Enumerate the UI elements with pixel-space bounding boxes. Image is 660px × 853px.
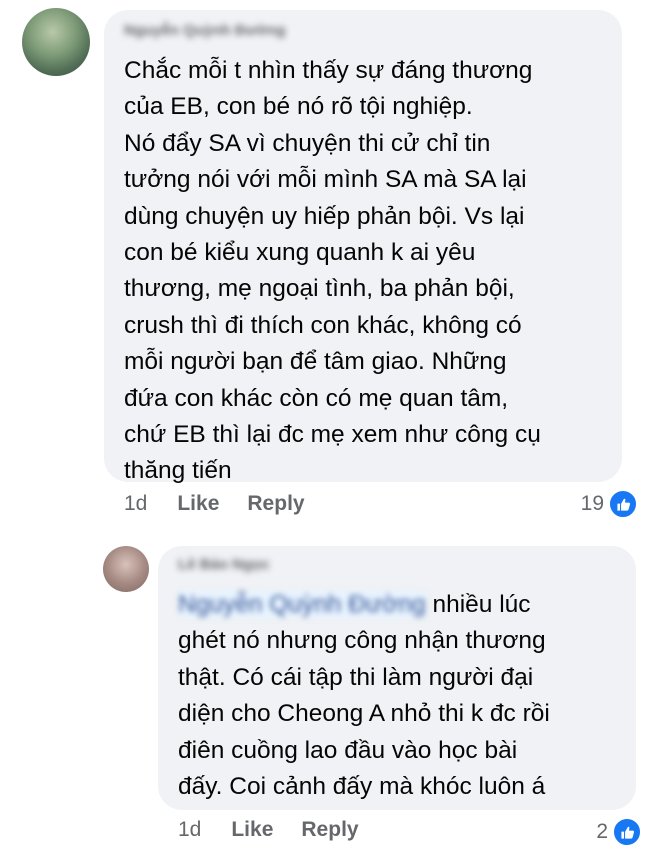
reaction-summary[interactable]: 2 — [596, 817, 642, 847]
reaction-count: 19 — [580, 492, 604, 515]
comment-actions: 1d Like Reply — [124, 492, 305, 516]
reply-timestamp[interactable]: 1d — [178, 818, 201, 842]
reaction-summary[interactable]: 19 — [581, 489, 638, 519]
like-icon — [608, 489, 638, 519]
comment-timestamp[interactable]: 1d — [124, 492, 147, 516]
comment-author-name[interactable]: Nguyễn Quỳnh Đường — [124, 22, 286, 39]
reaction-count: 2 — [596, 820, 608, 843]
commenter-avatar[interactable] — [22, 8, 90, 76]
reply-text-rest: ghét nó nhưng công nhận thương thật. Có … — [178, 627, 550, 801]
reply-button[interactable]: Reply — [247, 492, 304, 516]
like-button[interactable]: Like — [231, 818, 273, 842]
reply-author-name[interactable]: Lê Bảo Ngọc — [178, 556, 270, 573]
mention-tag[interactable]: Nguyễn Quỳnh Đường — [178, 591, 426, 618]
reply-text: Nguyễn Quỳnh Đường nhiều lúc ghét nó như… — [178, 587, 628, 805]
comment-text: Chắc mỗi t nhìn thấy sự đáng thương của … — [124, 57, 541, 485]
reply-avatar[interactable] — [103, 546, 149, 592]
reply-button[interactable]: Reply — [301, 818, 358, 842]
like-button[interactable]: Like — [177, 492, 219, 516]
reply-text-first-line: nhiều lúc — [425, 591, 531, 618]
reply-actions: 1d Like Reply — [178, 818, 359, 842]
like-icon — [612, 817, 642, 847]
